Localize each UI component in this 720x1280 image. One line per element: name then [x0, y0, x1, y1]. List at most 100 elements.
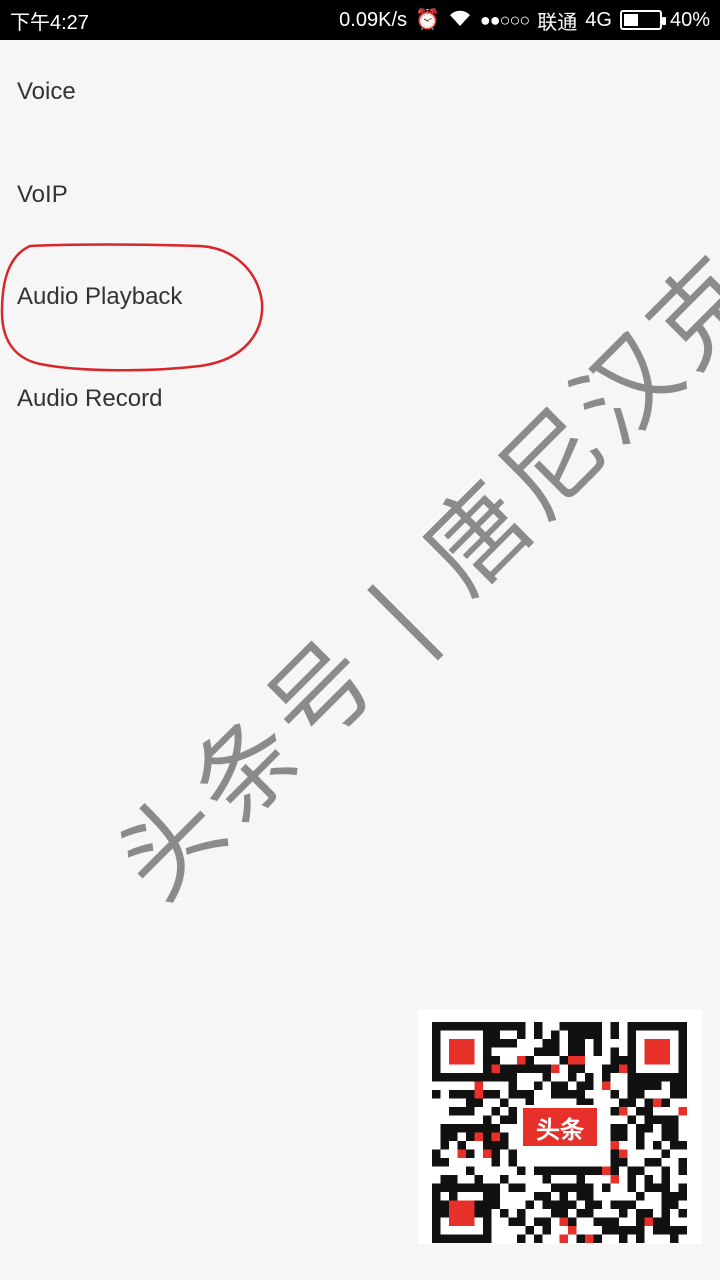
qr-module [457, 1124, 466, 1133]
qr-module [500, 1098, 509, 1107]
qr-module [661, 1217, 670, 1226]
qr-module [500, 1175, 509, 1184]
option-voice[interactable]: Voice [0, 40, 720, 144]
qr-finder-center [449, 1200, 475, 1226]
qr-module [653, 1098, 662, 1107]
qr-module [610, 1166, 619, 1175]
qr-module [653, 1115, 662, 1124]
qr-module [636, 1132, 645, 1141]
qr-module [440, 1132, 449, 1141]
qr-module [576, 1175, 585, 1184]
qr-module [602, 1183, 611, 1192]
qr-module [610, 1056, 619, 1065]
option-voip[interactable]: VoIP [0, 144, 720, 246]
qr-module [508, 1022, 517, 1031]
qr-module [440, 1209, 449, 1218]
qr-module [678, 1107, 687, 1116]
qr-module [610, 1226, 619, 1235]
network-type: 4G [585, 8, 612, 31]
qr-module [551, 1209, 560, 1218]
qr-module [508, 1149, 517, 1158]
qr-module [644, 1183, 653, 1192]
qr-module [568, 1047, 577, 1056]
qr-module [653, 1081, 662, 1090]
qr-module [440, 1158, 449, 1167]
qr-module [610, 1149, 619, 1158]
qr-module [568, 1226, 577, 1235]
qr-module [551, 1064, 560, 1073]
qr-module [491, 1107, 500, 1116]
qr-module [576, 1022, 585, 1031]
qr-module [585, 1081, 594, 1090]
qr-finder-center [449, 1039, 475, 1065]
qr-module [474, 1200, 483, 1209]
qr-module [449, 1124, 458, 1133]
qr-module [619, 1158, 628, 1167]
qr-module [525, 1226, 534, 1235]
qr-module [644, 1081, 653, 1090]
status-bar: 下午4:27 0.09K/s ⏰ ●●○○○ 联通 4G 40% [0, 0, 720, 40]
qr-module [619, 1107, 628, 1116]
qr-module [534, 1047, 543, 1056]
qr-module [678, 1166, 687, 1175]
qr-module [576, 1183, 585, 1192]
qr-module [508, 1115, 517, 1124]
qr-module [559, 1209, 568, 1218]
qr-module [500, 1073, 509, 1082]
qr-module [551, 1183, 560, 1192]
qr-module [525, 1200, 534, 1209]
qr-module [670, 1226, 679, 1235]
qr-module [568, 1090, 577, 1099]
qr-module [491, 1183, 500, 1192]
qr-module [542, 1200, 551, 1209]
qr-module [585, 1166, 594, 1175]
qr-module [585, 1030, 594, 1039]
qr-module [534, 1081, 543, 1090]
qr-module [517, 1234, 526, 1243]
qr-module [585, 1022, 594, 1031]
qr-module [619, 1098, 628, 1107]
qr-module [670, 1132, 679, 1141]
qr-module [627, 1226, 636, 1235]
qr-module [483, 1115, 492, 1124]
qr-module [551, 1047, 560, 1056]
qr-module [644, 1175, 653, 1184]
qr-module [483, 1124, 492, 1133]
qr-module [542, 1175, 551, 1184]
qr-module [449, 1132, 458, 1141]
qr-module [517, 1030, 526, 1039]
qr-module [457, 1149, 466, 1158]
qr-module [542, 1217, 551, 1226]
qr-module [534, 1166, 543, 1175]
qr-module [500, 1039, 509, 1048]
qr-module [576, 1192, 585, 1201]
qr-module [627, 1081, 636, 1090]
qr-module [542, 1166, 551, 1175]
qr-module [644, 1209, 653, 1218]
qr-module [491, 1158, 500, 1167]
qr-module [517, 1166, 526, 1175]
qr-module [661, 1209, 670, 1218]
option-audio-playback[interactable]: Audio Playback [0, 246, 720, 348]
qr-module [500, 1064, 509, 1073]
option-audio-record[interactable]: Audio Record [0, 348, 720, 450]
qr-module [610, 1200, 619, 1209]
qr-module [670, 1090, 679, 1099]
qr-module [661, 1175, 670, 1184]
qr-module [610, 1158, 619, 1167]
qr-module [576, 1030, 585, 1039]
qr-module [568, 1183, 577, 1192]
qr-module [678, 1158, 687, 1167]
qr-module [661, 1098, 670, 1107]
qr-module [491, 1132, 500, 1141]
qr-module [517, 1064, 526, 1073]
qr-module [593, 1217, 602, 1226]
qr-module [636, 1141, 645, 1150]
qr-module [500, 1115, 509, 1124]
qr-module [508, 1158, 517, 1167]
qr-module [449, 1192, 458, 1201]
qr-module [491, 1141, 500, 1150]
qr-module [474, 1081, 483, 1090]
qr-module [593, 1234, 602, 1243]
qr-module [440, 1175, 449, 1184]
